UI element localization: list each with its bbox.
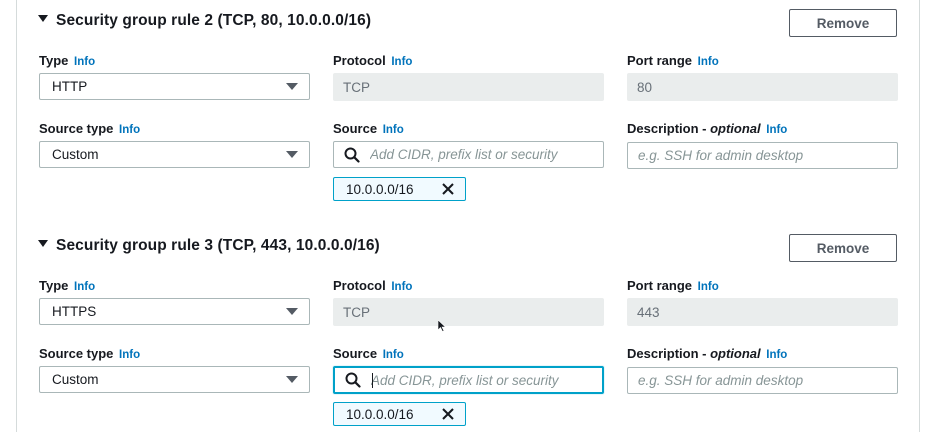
optional-text: optional [710, 346, 761, 361]
caret-down-icon[interactable] [38, 239, 48, 247]
info-link[interactable]: Info [119, 124, 140, 136]
info-link[interactable]: Info [383, 124, 404, 136]
description-label: Description - optional Info [627, 121, 787, 136]
rule-title: Security group rule 2 (TCP, 80, 10.0.0.0… [56, 12, 372, 29]
description-label-text: Description - [627, 346, 711, 361]
security-group-rule-2: Security group rule 2 (TCP, 80, 10.0.0.0… [0, 0, 936, 216]
type-select-value: HTTP [52, 79, 88, 94]
port-range-label-text: Port range [627, 278, 693, 293]
source-search-field[interactable] [333, 141, 604, 168]
text-cursor [372, 373, 373, 388]
search-icon [345, 372, 361, 388]
dropdown-arrow-icon [286, 151, 298, 158]
mouse-pointer-icon [438, 320, 446, 332]
info-link[interactable]: Info [74, 281, 95, 293]
source-search-field[interactable] [333, 366, 604, 394]
source-type-select-value: Custom [52, 147, 99, 162]
cidr-token: 10.0.0.0/16 [333, 402, 466, 426]
info-link[interactable]: Info [391, 56, 412, 68]
cidr-token-label: 10.0.0.0/16 [346, 181, 414, 197]
port-range-label: Port range Info [627, 53, 719, 68]
info-link[interactable]: Info [698, 281, 719, 293]
protocol-label-text: Protocol [333, 278, 386, 293]
source-type-select[interactable]: Custom [39, 366, 310, 393]
source-type-label-text: Source type [39, 346, 114, 361]
cidr-token-label: 10.0.0.0/16 [346, 406, 414, 422]
protocol-label-text: Protocol [333, 53, 386, 68]
rule-header[interactable]: Security group rule 2 (TCP, 80, 10.0.0.0… [38, 8, 371, 34]
optional-text: optional [710, 121, 761, 136]
type-select-value: HTTPS [52, 304, 97, 319]
info-link[interactable]: Info [119, 349, 140, 361]
port-range-label-text: Port range [627, 53, 693, 68]
source-search-input[interactable] [370, 147, 598, 162]
protocol-field: TCP [333, 73, 604, 101]
source-label: Source Info [333, 121, 404, 136]
source-label-text: Source [333, 346, 378, 361]
protocol-label: Protocol Info [333, 53, 412, 68]
dropdown-arrow-icon [286, 308, 298, 315]
source-type-select[interactable]: Custom [39, 141, 310, 168]
protocol-label: Protocol Info [333, 278, 412, 293]
caret-down-icon[interactable] [38, 14, 48, 22]
dropdown-arrow-icon [286, 83, 298, 90]
type-label-text: Type [39, 278, 69, 293]
source-search-input[interactable] [371, 372, 599, 388]
port-range-field: 443 [627, 298, 898, 326]
remove-button[interactable]: Remove [789, 234, 897, 262]
description-label-text: Description - [627, 121, 711, 136]
close-icon[interactable] [441, 182, 455, 196]
cidr-token: 10.0.0.0/16 [333, 177, 466, 201]
protocol-field: TCP [333, 298, 604, 326]
info-link[interactable]: Info [698, 56, 719, 68]
search-icon [344, 147, 360, 163]
source-type-label: Source type Info [39, 346, 140, 361]
source-type-label: Source type Info [39, 121, 140, 136]
source-type-select-value: Custom [52, 372, 99, 387]
source-type-label-text: Source type [39, 121, 114, 136]
info-link[interactable]: Info [383, 349, 404, 361]
rule-header[interactable]: Security group rule 3 (TCP, 443, 10.0.0.… [38, 233, 380, 259]
type-label: Type Info [39, 278, 95, 293]
remove-button[interactable]: Remove [789, 9, 897, 37]
info-link[interactable]: Info [766, 349, 787, 361]
info-link[interactable]: Info [766, 124, 787, 136]
port-range-field: 80 [627, 73, 898, 101]
source-label-text: Source [333, 121, 378, 136]
info-link[interactable]: Info [74, 56, 95, 68]
rule-title: Security group rule 3 (TCP, 443, 10.0.0.… [56, 237, 380, 254]
dropdown-arrow-icon [286, 376, 298, 383]
description-input[interactable] [627, 367, 898, 394]
type-select[interactable]: HTTP [39, 73, 310, 100]
close-icon[interactable] [441, 407, 455, 421]
security-group-rule-3: Security group rule 3 (TCP, 443, 10.0.0.… [0, 225, 936, 441]
description-label: Description - optional Info [627, 346, 787, 361]
type-label: Type Info [39, 53, 95, 68]
description-input[interactable] [627, 142, 898, 169]
type-select[interactable]: HTTPS [39, 298, 310, 325]
type-label-text: Type [39, 53, 69, 68]
info-link[interactable]: Info [391, 281, 412, 293]
port-range-label: Port range Info [627, 278, 719, 293]
source-label: Source Info [333, 346, 404, 361]
